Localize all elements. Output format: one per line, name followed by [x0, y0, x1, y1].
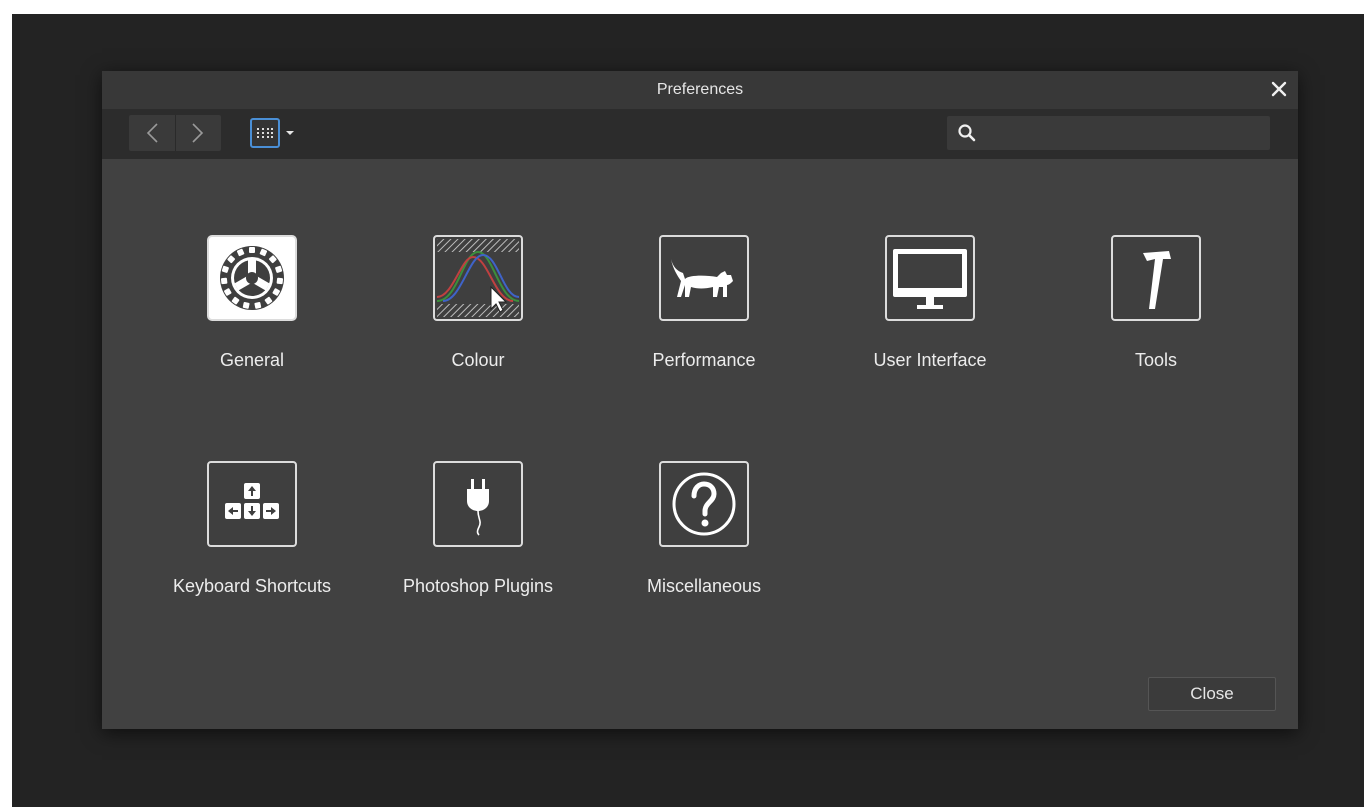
- monitor-icon: [885, 235, 975, 321]
- category-miscellaneous[interactable]: Miscellaneous: [619, 461, 789, 621]
- category-general[interactable]: General: [167, 235, 337, 395]
- category-label: Keyboard Shortcuts: [172, 576, 332, 596]
- colour-curves-icon: [433, 235, 523, 321]
- category-label: Tools: [1134, 350, 1178, 370]
- title-bar: Preferences: [102, 71, 1298, 109]
- category-label: Miscellaneous: [646, 576, 762, 596]
- plug-icon: [433, 461, 523, 547]
- question-icon: [659, 461, 749, 547]
- search-input[interactable]: [985, 116, 1269, 152]
- arrow-keys-icon: [207, 461, 297, 547]
- category-label: Performance: [652, 350, 756, 370]
- category-keyboard-shortcuts[interactable]: Keyboard Shortcuts: [167, 461, 337, 621]
- cat-icon: [659, 235, 749, 321]
- back-button[interactable]: [129, 115, 175, 151]
- close-button[interactable]: Close: [1148, 677, 1276, 711]
- dialog-title: Preferences: [656, 81, 744, 98]
- view-options-dropdown[interactable]: [283, 123, 297, 143]
- chevron-left-icon: [146, 123, 158, 143]
- category-performance[interactable]: Performance: [619, 235, 789, 395]
- gear-icon: [207, 235, 297, 321]
- grid-view-button[interactable]: [250, 118, 280, 148]
- category-photoshop-plugins[interactable]: Photoshop Plugins: [393, 461, 563, 621]
- category-colour[interactable]: Colour: [393, 235, 563, 395]
- search-icon: [958, 124, 976, 142]
- grid-icon: [257, 128, 273, 138]
- category-label: Photoshop Plugins: [402, 576, 554, 596]
- category-label: User Interface: [873, 350, 987, 370]
- chevron-right-icon: [192, 123, 204, 143]
- category-label: General: [219, 350, 285, 370]
- forward-button[interactable]: [174, 115, 222, 151]
- search-box: [947, 116, 1270, 152]
- caret-down-icon: [286, 131, 294, 135]
- category-tools[interactable]: Tools: [1071, 235, 1241, 395]
- close-icon[interactable]: [1266, 76, 1292, 102]
- navigation-buttons: [129, 115, 221, 151]
- preferences-dialog: Preferences General Colour Performance U…: [102, 71, 1298, 729]
- category-user-interface[interactable]: User Interface: [845, 235, 1015, 395]
- category-label: Colour: [451, 350, 505, 370]
- hammer-icon: [1111, 235, 1201, 321]
- toolbar: [102, 109, 1298, 159]
